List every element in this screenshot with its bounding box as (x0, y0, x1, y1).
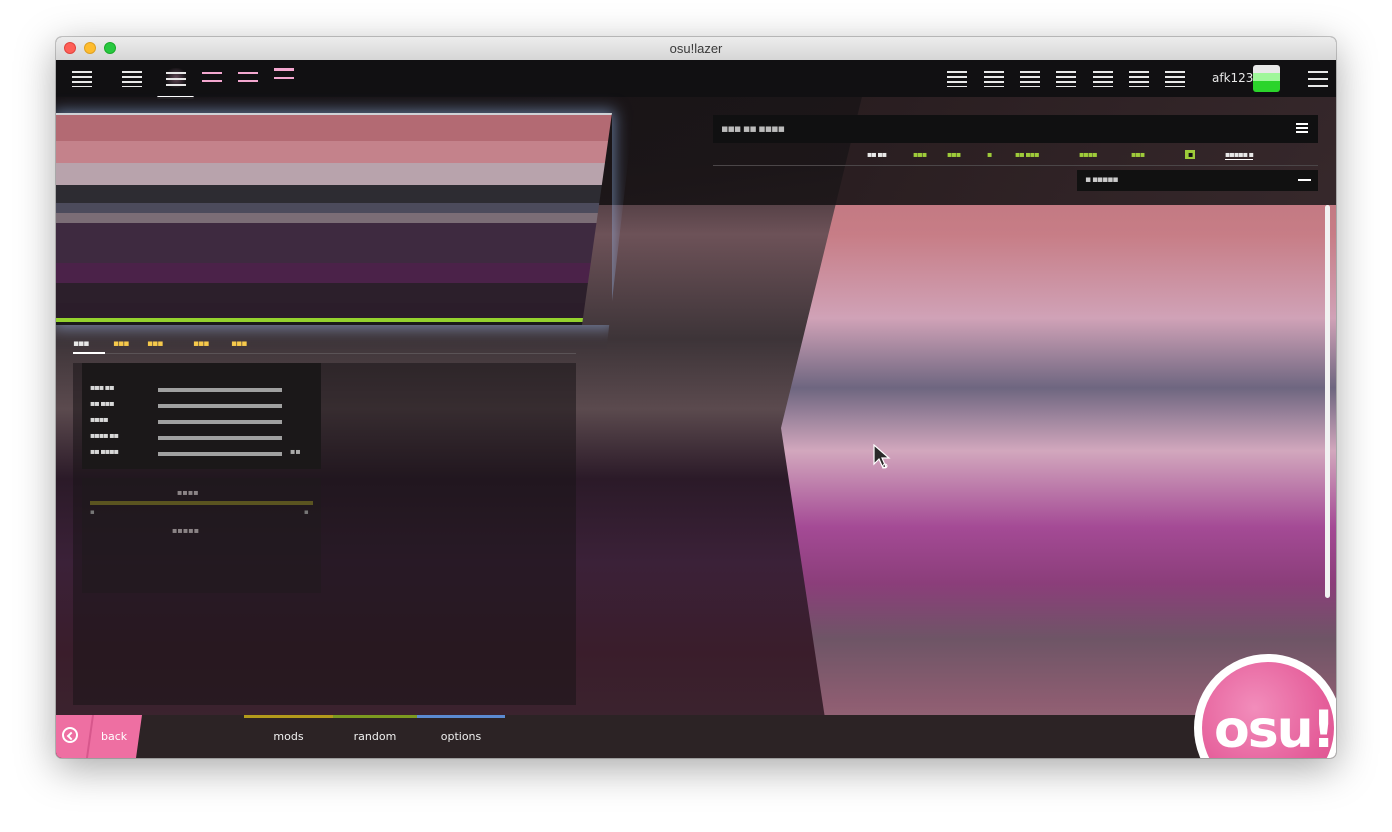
back-separator (85, 715, 95, 758)
stat-row: ▪▪▪▪ (90, 415, 310, 427)
stat-label: ▪▪▪▪ ▪▪ (90, 431, 119, 440)
search-placeholder: ▪▪▪ ▪▪ ▪▪▪▪ (721, 122, 785, 135)
options-button[interactable]: options (417, 715, 505, 758)
song-select-screen: afk123 ▪▪▪ ▪▪▪ ▪▪▪ ▪▪▪ ▪▪▪ ▪▪▪ ▪▪ ▪▪ ▪▪▪… (56, 60, 1336, 758)
filter-divider (713, 165, 1318, 166)
filter-option[interactable]: ▪▪ ▪▪▪ (1015, 150, 1040, 159)
stat-row: ▪▪ ▪▪▪▪ ▪▪ (90, 447, 310, 459)
filter-option[interactable]: ▪▪▪ (1131, 150, 1145, 159)
sort-label: ▪ ▪▪▪▪▪ (1085, 175, 1118, 185)
stat-bar (158, 388, 282, 392)
osu-logo-text: osu! (1214, 700, 1334, 758)
filter-label: ▪▪ ▪▪ (867, 150, 887, 159)
notifications-icon[interactable] (1163, 68, 1187, 88)
stat-bar (158, 436, 282, 440)
more-menu-icon[interactable] (1306, 68, 1330, 88)
window-title: osu!lazer (669, 41, 723, 56)
tab-active-indicator (73, 352, 105, 354)
osu-logo-inner: osu! (1202, 662, 1334, 758)
search-icon (1294, 123, 1310, 133)
ruleset-mania-icon[interactable] (272, 68, 296, 88)
random-button[interactable]: random (333, 715, 417, 758)
tab-country[interactable]: ▪▪▪ (147, 339, 163, 349)
filter-control: ▪▪ ▪▪ ▪▪▪ ▪▪▪ ▪ ▪▪ ▪▪▪ ▪▪▪▪ ▪▪▪ ▪ ▪▪▪▪▪ … (713, 150, 1318, 166)
tab-details[interactable]: ▪▪▪ (73, 339, 89, 349)
rating-max: ▪ (304, 508, 309, 516)
stat-bar (158, 452, 282, 456)
back-button[interactable]: back (56, 715, 142, 758)
app-window: osu!lazer afk123 ▪▪▪ ▪▪▪ ▪▪▪ ▪▪▪ ▪▪▪ ▪▪▪… (56, 37, 1336, 758)
stat-bar (158, 420, 282, 424)
toolbar: afk123 (56, 60, 1336, 99)
tab-global[interactable]: ▪▪▪ (193, 339, 209, 349)
beatmap-stats: ▪▪▪ ▪▪ ▪▪ ▪▪▪ ▪▪▪▪ ▪▪▪▪ ▪▪ ▪▪ ▪▪▪▪ ▪▪ (82, 363, 321, 469)
search-input[interactable]: ▪▪▪ ▪▪ ▪▪▪▪ (713, 115, 1318, 143)
stat-label: ▪▪ ▪▪▪▪ (90, 447, 119, 456)
rating-bar (90, 501, 313, 505)
filter-option[interactable]: ▪▪▪ (947, 150, 961, 159)
back-arrow-icon (62, 727, 78, 743)
settings-menu-icon[interactable] (70, 68, 94, 88)
options-label: options (440, 730, 482, 743)
back-label: back (101, 730, 128, 743)
ruleset-taiko-icon[interactable] (200, 68, 224, 88)
filter-option[interactable]: ▪▪▪▪ (1079, 150, 1098, 159)
stat-value: ▪▪ (290, 447, 301, 456)
changelog-icon[interactable] (1091, 68, 1115, 88)
title-bar: osu!lazer (56, 37, 1336, 61)
random-label: random (353, 730, 397, 743)
stat-label: ▪▪▪ ▪▪ (90, 383, 115, 392)
chat-icon[interactable] (945, 68, 969, 88)
random-accent (333, 715, 417, 718)
rankings-icon[interactable] (1018, 68, 1042, 88)
filter-dropdown[interactable]: ▪▪▪▪▪ ▪ (1225, 150, 1254, 160)
tab-local[interactable]: ▪▪▪ (113, 339, 129, 349)
mouse-cursor-icon (873, 444, 891, 469)
mods-label: mods (273, 730, 304, 743)
rating-subtitle: ▪▪▪▪▪ (172, 526, 200, 535)
options-accent (417, 715, 505, 718)
music-player-icon[interactable] (1127, 68, 1151, 88)
social-icon[interactable] (982, 68, 1006, 88)
stat-row: ▪▪▪▪ ▪▪ (90, 431, 310, 443)
user-rating-panel: ▪▪▪▪ ▪ ▪ ▪▪▪▪▪ (82, 478, 321, 593)
home-icon[interactable] (120, 68, 144, 88)
rating-min: ▪ (90, 508, 95, 516)
ruleset-catch-icon[interactable] (236, 68, 260, 88)
beatmap-listing-icon[interactable] (1054, 68, 1078, 88)
stat-row: ▪▪▪ ▪▪ (90, 383, 310, 395)
mods-accent (244, 715, 333, 718)
stat-label: ▪▪ ▪▪▪ (90, 399, 115, 408)
stat-label: ▪▪▪▪ (90, 415, 109, 424)
stat-row: ▪▪ ▪▪▪ (90, 399, 310, 411)
collapse-icon (1298, 179, 1311, 181)
beatmap-info-wedge (56, 113, 612, 325)
tab-friends[interactable]: ▪▪▪ (231, 339, 247, 349)
user-name[interactable]: afk123 (1212, 71, 1253, 85)
filter-toggle[interactable]: ▪ (1185, 150, 1196, 159)
ruleset-osu-icon[interactable] (164, 68, 188, 88)
filter-option[interactable]: ▪ (987, 150, 993, 159)
filter-option[interactable]: ▪▪▪ (913, 150, 927, 159)
mods-button[interactable]: mods (244, 715, 333, 758)
tabs-divider (73, 353, 576, 354)
stat-bar (158, 404, 282, 408)
rating-title: ▪▪▪▪ (177, 488, 199, 497)
avatar[interactable] (1253, 65, 1280, 92)
sort-dropdown[interactable]: ▪ ▪▪▪▪▪ (1077, 170, 1318, 191)
carousel-scrollbar[interactable] (1325, 205, 1330, 598)
